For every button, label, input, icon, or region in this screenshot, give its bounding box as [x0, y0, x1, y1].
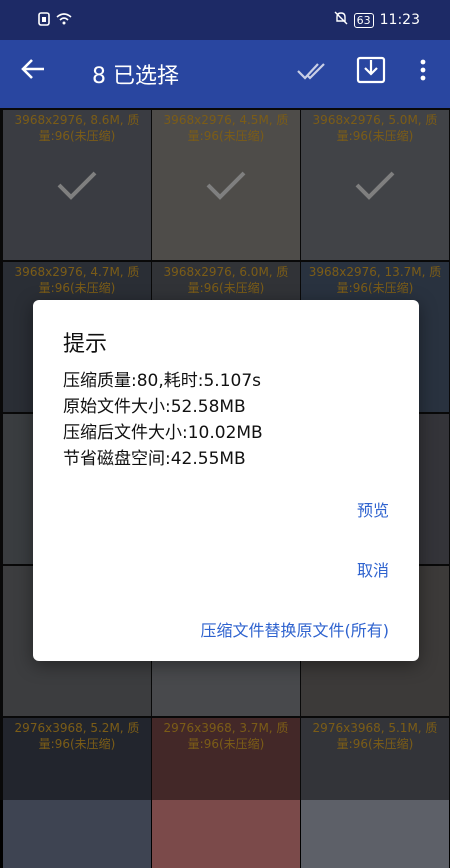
select-all-icon[interactable]: [296, 54, 328, 90]
replace-originals-button[interactable]: 压缩文件替换原文件(所有): [201, 617, 390, 641]
more-options-icon[interactable]: [418, 54, 428, 90]
dialog-title: 提示: [63, 332, 108, 357]
status-right: 63 11:23: [334, 11, 420, 29]
dialog-line-quality: 压缩质量:80,耗时:5.107s: [63, 371, 262, 391]
sim-icon: [38, 12, 50, 30]
mute-icon: [334, 11, 348, 29]
download-icon[interactable]: [356, 54, 386, 90]
status-time: 11:23: [379, 12, 420, 28]
wifi-icon: [56, 13, 72, 29]
status-left: [38, 12, 72, 30]
cancel-button[interactable]: 取消: [357, 557, 389, 581]
app-bar: 8 已选择: [0, 40, 450, 108]
dialog-line-saved-space: 节省磁盘空间:42.55MB: [63, 449, 246, 469]
page-title: 8 已选择: [92, 64, 179, 89]
info-dialog: 提示 压缩质量:80,耗时:5.107s 原始文件大小:52.58MB 压缩后文…: [33, 300, 419, 661]
preview-button[interactable]: 预览: [357, 497, 389, 521]
back-arrow-icon[interactable]: [20, 56, 46, 88]
battery-icon: 63: [353, 12, 374, 28]
dialog-line-compressed-size: 压缩后文件大小:10.02MB: [63, 423, 263, 443]
status-bar: 63 11:23: [0, 0, 450, 40]
dialog-line-original-size: 原始文件大小:52.58MB: [63, 397, 246, 417]
